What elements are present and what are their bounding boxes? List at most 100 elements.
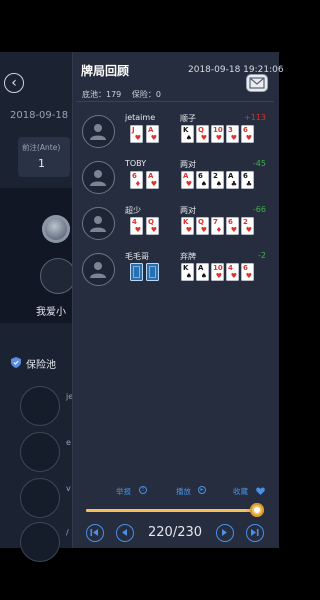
card-rank: 7	[213, 218, 218, 226]
card-suit: ♦	[215, 226, 222, 234]
card-rank: 3	[228, 126, 233, 134]
card-rank: 6	[132, 172, 137, 180]
card-rank: A	[148, 172, 154, 180]
board-card: K ♠	[181, 125, 194, 143]
board-card: 10 ♥	[211, 263, 224, 281]
panel-title: 牌局回顾	[81, 64, 130, 78]
collect-button[interactable]: 收藏	[233, 486, 248, 497]
pool-row-avatar	[20, 478, 60, 518]
hand-counter: 220/230	[148, 525, 203, 540]
card-suit: ♠	[200, 272, 207, 280]
card-suit: ♠	[200, 180, 207, 188]
play-label: 播放	[176, 487, 191, 496]
card-suit: ♣	[230, 180, 237, 188]
hole-card: A ♥	[146, 125, 159, 143]
player-name: 毛毛哥	[125, 252, 149, 261]
card-rank: 4	[228, 264, 233, 272]
win-amount: -66	[252, 205, 266, 214]
insurance-label: 保险：0	[131, 90, 161, 99]
pot-info: 底池：179 保险：0	[82, 89, 161, 100]
card-rank: A	[228, 172, 234, 180]
board-card: Q ♥	[196, 217, 209, 235]
pool-row-avatar	[20, 432, 60, 472]
card-rank: 2	[243, 218, 248, 226]
card-suit: ♥	[230, 226, 237, 234]
report-label: 举报	[116, 487, 131, 496]
card-suit: ♥	[134, 226, 141, 234]
board-card: K ♠	[181, 263, 194, 281]
first-button[interactable]	[86, 524, 104, 542]
hole-card: Q ♥	[146, 217, 159, 235]
card-suit: ♥	[150, 226, 157, 234]
back-button[interactable]: ‹	[4, 73, 24, 93]
collect-label: 收藏	[233, 487, 248, 496]
board-card: 6 ♠	[196, 171, 209, 189]
next-button[interactable]	[216, 524, 234, 542]
card-back	[130, 263, 143, 281]
card-suit: ♥	[185, 226, 192, 234]
my-name: 我爱小	[36, 307, 66, 318]
ante-label: 前注(Ante)	[22, 143, 61, 152]
card-rank: K	[183, 126, 189, 134]
hand-type: 两对	[180, 160, 196, 169]
card-suit: ♥	[245, 134, 252, 142]
divider	[76, 101, 274, 102]
board-card: 7 ♦	[211, 217, 224, 235]
card-rank: 6	[228, 218, 233, 226]
ante-value: 1	[38, 157, 45, 170]
card-rank: 10	[213, 264, 223, 272]
card-suit: ♥	[150, 134, 157, 142]
progress-knob[interactable]	[250, 503, 264, 517]
card-rank: Q	[198, 218, 204, 226]
card-rank: 4	[132, 218, 137, 226]
pool-row-text: v	[66, 484, 71, 493]
card-rank: A	[183, 172, 189, 180]
mail-icon[interactable]	[246, 74, 268, 92]
card-rank: Q	[198, 126, 204, 134]
pool-row-avatar	[20, 386, 60, 426]
board-card: 2 ♥	[241, 217, 254, 235]
card-rank: J	[132, 126, 135, 134]
board-card: A ♠	[196, 263, 209, 281]
card-suit: ♠	[185, 134, 192, 142]
win-amount: +113	[244, 113, 266, 122]
prev-button[interactable]	[116, 524, 134, 542]
play-icon[interactable]: ▸	[198, 486, 206, 494]
player-avatar	[82, 161, 115, 194]
win-amount: -2	[258, 251, 266, 260]
report-icon[interactable]: !	[139, 486, 147, 494]
hole-card: 4 ♥	[130, 217, 143, 235]
gear-icon	[42, 215, 70, 243]
heart-icon[interactable]	[256, 487, 265, 495]
card-back	[146, 263, 159, 281]
board-card: A ♣	[226, 171, 239, 189]
player-name: 超少	[125, 206, 141, 215]
card-suit: ♥	[230, 134, 237, 142]
user-icon	[90, 124, 106, 140]
card-rank: 6	[243, 126, 248, 134]
card-suit: ♥	[245, 272, 252, 280]
player-avatar	[82, 115, 115, 148]
hand-type: 两对	[180, 206, 196, 215]
report-button[interactable]: 举报	[116, 486, 131, 497]
play-button[interactable]: 播放	[176, 486, 191, 497]
card-rank: 2	[213, 172, 218, 180]
card-suit: ♥	[200, 134, 207, 142]
hole-card: J ♥	[130, 125, 143, 143]
hole-card: 6 ♦	[130, 171, 143, 189]
hole-card: A ♥	[146, 171, 159, 189]
card-rank: 10	[213, 126, 223, 134]
card-rank: A	[198, 264, 204, 272]
player-name: TOBY	[125, 159, 147, 168]
my-avatar	[40, 258, 76, 294]
card-rank: K	[183, 218, 189, 226]
card-suit: ♣	[245, 180, 252, 188]
card-suit: ♠	[215, 180, 222, 188]
last-button[interactable]	[246, 524, 264, 542]
hand-type: 顺子	[180, 114, 196, 123]
progress-track[interactable]	[86, 509, 254, 512]
pot-label: 底池：179	[82, 90, 122, 99]
board-card: K ♥	[181, 217, 194, 235]
card-rank: Q	[148, 218, 154, 226]
board-card: 2 ♠	[211, 171, 224, 189]
